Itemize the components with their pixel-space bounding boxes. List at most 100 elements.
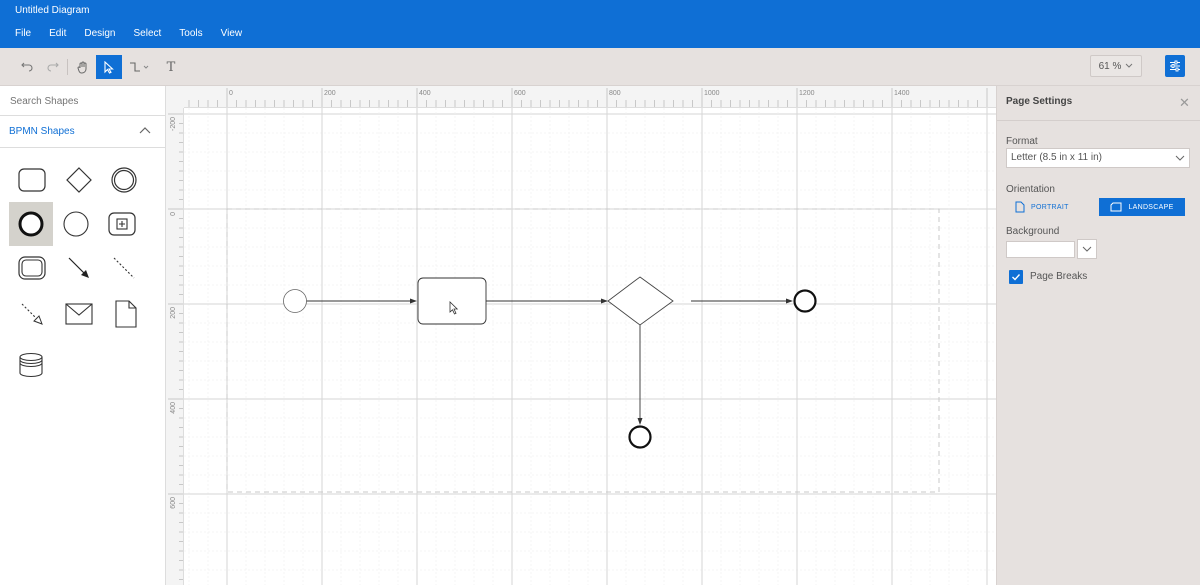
shape-data-object[interactable]: [104, 292, 148, 336]
close-icon[interactable]: ✕: [1179, 95, 1190, 111]
page-settings-panel: Page Settings ✕ Format Letter (8.5 in x …: [996, 86, 1200, 585]
message-shape-icon: [65, 303, 93, 325]
shape-transaction[interactable]: [10, 246, 54, 290]
shape-gateway[interactable]: [57, 158, 101, 202]
bpmn-shapes-accordion-header[interactable]: BPMN Shapes: [0, 118, 165, 148]
ruler-label: 200: [170, 307, 177, 319]
ruler-label: 400: [419, 90, 431, 97]
shape-association[interactable]: [102, 246, 146, 290]
portrait-button[interactable]: PORTRAIT: [1015, 198, 1085, 216]
undo-icon: [21, 62, 33, 72]
orientation-label: Orientation: [1006, 184, 1055, 195]
zoom-dropdown[interactable]: 61 %: [1090, 55, 1142, 77]
ruler-label: 400: [170, 402, 177, 414]
ruler-label: 1200: [799, 90, 815, 97]
shapes-panel: BPMN Shapes: [0, 86, 166, 585]
task-shape-icon: [18, 168, 46, 192]
redo-button[interactable]: [40, 55, 66, 79]
sequence-flow-shape-icon: [68, 257, 89, 278]
ruler-label: 1400: [894, 90, 910, 97]
background-label: Background: [1006, 226, 1060, 237]
horizontal-ruler: 0 200 400 600 800 1000 1200 1400: [184, 86, 996, 108]
chevron-down-icon: [1082, 246, 1092, 252]
message-flow-shape-icon: [21, 303, 43, 325]
menu-design[interactable]: Design: [84, 28, 115, 39]
pan-tool-button[interactable]: [70, 55, 96, 79]
panel-divider: [997, 120, 1200, 121]
arrowhead: [637, 418, 643, 425]
shape-sequence-flow[interactable]: [57, 246, 101, 290]
menu-view[interactable]: View: [221, 28, 243, 39]
menu-select[interactable]: Select: [134, 28, 162, 39]
shape-data-store[interactable]: [9, 343, 53, 387]
portrait-page-icon: [1015, 201, 1025, 213]
ruler-label: -200: [170, 117, 177, 131]
diagram-canvas[interactable]: 0 200 400 600 800 1000 1200 1400 -200 0 200 400 600: [166, 86, 996, 585]
format-value: Letter (8.5 in x 11 in): [1011, 152, 1102, 163]
data-store-shape-icon: [19, 352, 43, 378]
toolbar: T 61 %: [0, 48, 1200, 86]
hand-icon: [77, 61, 87, 73]
start-event-shape-icon: [63, 211, 89, 237]
shape-start-event[interactable]: [54, 202, 98, 246]
portrait-label: PORTRAIT: [1031, 203, 1069, 211]
landscape-page-icon: [1110, 202, 1122, 212]
redo-icon: [47, 62, 59, 72]
page-boundary: [226, 208, 940, 493]
ruler-label: 600: [170, 497, 177, 509]
chevron-up-icon: [139, 127, 151, 134]
page-breaks-checkbox[interactable]: [1009, 270, 1023, 284]
shape-end-event[interactable]: [9, 202, 53, 246]
shape-search-input[interactable]: [10, 93, 155, 109]
page-settings-toggle-button[interactable]: [1165, 55, 1185, 77]
ruler-label: 800: [609, 90, 621, 97]
panel-title: Page Settings: [1006, 96, 1073, 107]
landscape-button[interactable]: LANDSCAPE: [1099, 198, 1185, 216]
ruler-label: 1000: [704, 90, 720, 97]
chevron-down-icon: [1126, 63, 1133, 68]
format-select[interactable]: Letter (8.5 in x 11 in): [1006, 148, 1190, 168]
end-event-node[interactable]: [793, 289, 817, 313]
shape-intermediate-event[interactable]: [102, 158, 146, 202]
shape-subprocess[interactable]: [100, 202, 144, 246]
menu-file[interactable]: File: [15, 28, 31, 39]
diagram-grid[interactable]: [184, 108, 996, 585]
shape-task[interactable]: [10, 158, 54, 202]
connector-tool-button[interactable]: [126, 55, 154, 79]
shape-search-box: [0, 86, 165, 116]
intermediate-event-shape-icon: [111, 167, 137, 193]
chevron-down-icon: [1175, 155, 1185, 161]
undo-button[interactable]: [14, 55, 40, 79]
ruler-label: 0: [170, 212, 177, 216]
menu-bar: File Edit Design Select Tools View: [15, 28, 260, 39]
vertical-ruler: -200 0 200 400 600: [166, 108, 184, 585]
background-color-swatch[interactable]: [1006, 241, 1075, 258]
text-icon: T: [166, 59, 176, 75]
toolbar-separator: [67, 59, 68, 75]
menu-tools[interactable]: Tools: [179, 28, 202, 39]
task-node[interactable]: [417, 277, 487, 325]
format-label: Format: [1006, 136, 1038, 147]
data-object-shape-icon: [115, 300, 137, 328]
gateway-node[interactable]: [607, 276, 674, 326]
pointer-icon: [104, 60, 114, 74]
arrowhead: [786, 298, 793, 304]
title-bar: Untitled Diagram File Edit Design Select…: [0, 0, 1200, 48]
transaction-shape-icon: [18, 256, 46, 280]
app-title: Untitled Diagram: [15, 5, 90, 16]
select-tool-button[interactable]: [96, 55, 122, 79]
ruler-label: 200: [324, 90, 336, 97]
zoom-value: 61 %: [1098, 60, 1122, 72]
text-tool-button[interactable]: T: [158, 55, 184, 79]
start-event-node[interactable]: [283, 289, 307, 313]
connector-icon: [130, 62, 149, 72]
shape-message[interactable]: [57, 292, 101, 336]
arrowhead: [410, 298, 417, 304]
gateway-shape-icon: [66, 167, 92, 193]
ruler-label: 600: [514, 90, 526, 97]
end-event-node[interactable]: [628, 425, 652, 449]
association-shape-icon: [113, 257, 135, 279]
shape-message-flow[interactable]: [10, 292, 54, 336]
background-color-dropdown[interactable]: [1077, 239, 1097, 259]
menu-edit[interactable]: Edit: [49, 28, 66, 39]
